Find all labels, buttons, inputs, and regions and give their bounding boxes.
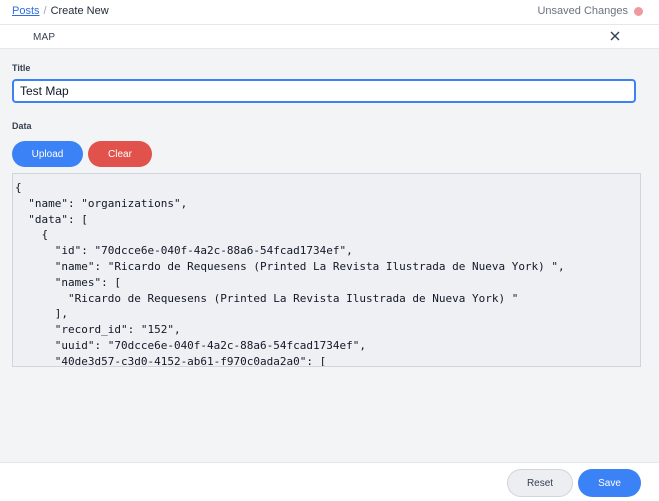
top-bar: Posts / Create New Unsaved Changes [0,0,659,25]
code-line: { [15,181,22,194]
save-button[interactable]: Save [578,469,641,497]
footer-bar: Reset Save [0,462,659,501]
close-icon[interactable] [607,28,623,44]
code-line: "Ricardo de Requesens (Printed La Revist… [15,291,519,305]
json-data-editor[interactable]: { "name": "organizations", "data": [ { "… [12,173,641,367]
section-title: MAP [33,32,56,43]
data-label: Data [12,121,32,131]
breadcrumb-separator: / [43,5,47,17]
breadcrumb-current: Create New [50,5,109,17]
unsaved-status: Unsaved Changes [537,5,643,17]
reset-button[interactable]: Reset [507,469,573,497]
code-line: "uuid": "70dcce6e-040f-4a2c-88a6-54fcad1… [15,338,366,352]
section-header: MAP [0,25,659,49]
code-line: "name": "Ricardo de Requesens (Printed L… [15,259,565,273]
code-line: "record_id": "152", [15,323,181,337]
code-line: "40de3d57-c3d0-4152-ab61-f970c0ada2a0": … [15,354,327,367]
breadcrumb: Posts / Create New [12,5,109,17]
unsaved-indicator-icon [634,6,643,16]
code-line: "data": [ [15,212,88,226]
code-line: { [15,228,49,242]
upload-button[interactable]: Upload [12,141,83,167]
code-line: "name": "organizations", [15,196,188,210]
title-label: Title [12,63,31,73]
clear-button[interactable]: Clear [88,141,152,167]
unsaved-label: Unsaved Changes [537,5,628,17]
code-line: ], [15,307,68,321]
code-line: "names": [ [15,275,121,289]
code-line: "id": "70dcce6e-040f-4a2c-88a6-54fcad173… [15,244,353,258]
title-input[interactable] [12,79,636,103]
breadcrumb-link-posts[interactable]: Posts [12,5,40,17]
